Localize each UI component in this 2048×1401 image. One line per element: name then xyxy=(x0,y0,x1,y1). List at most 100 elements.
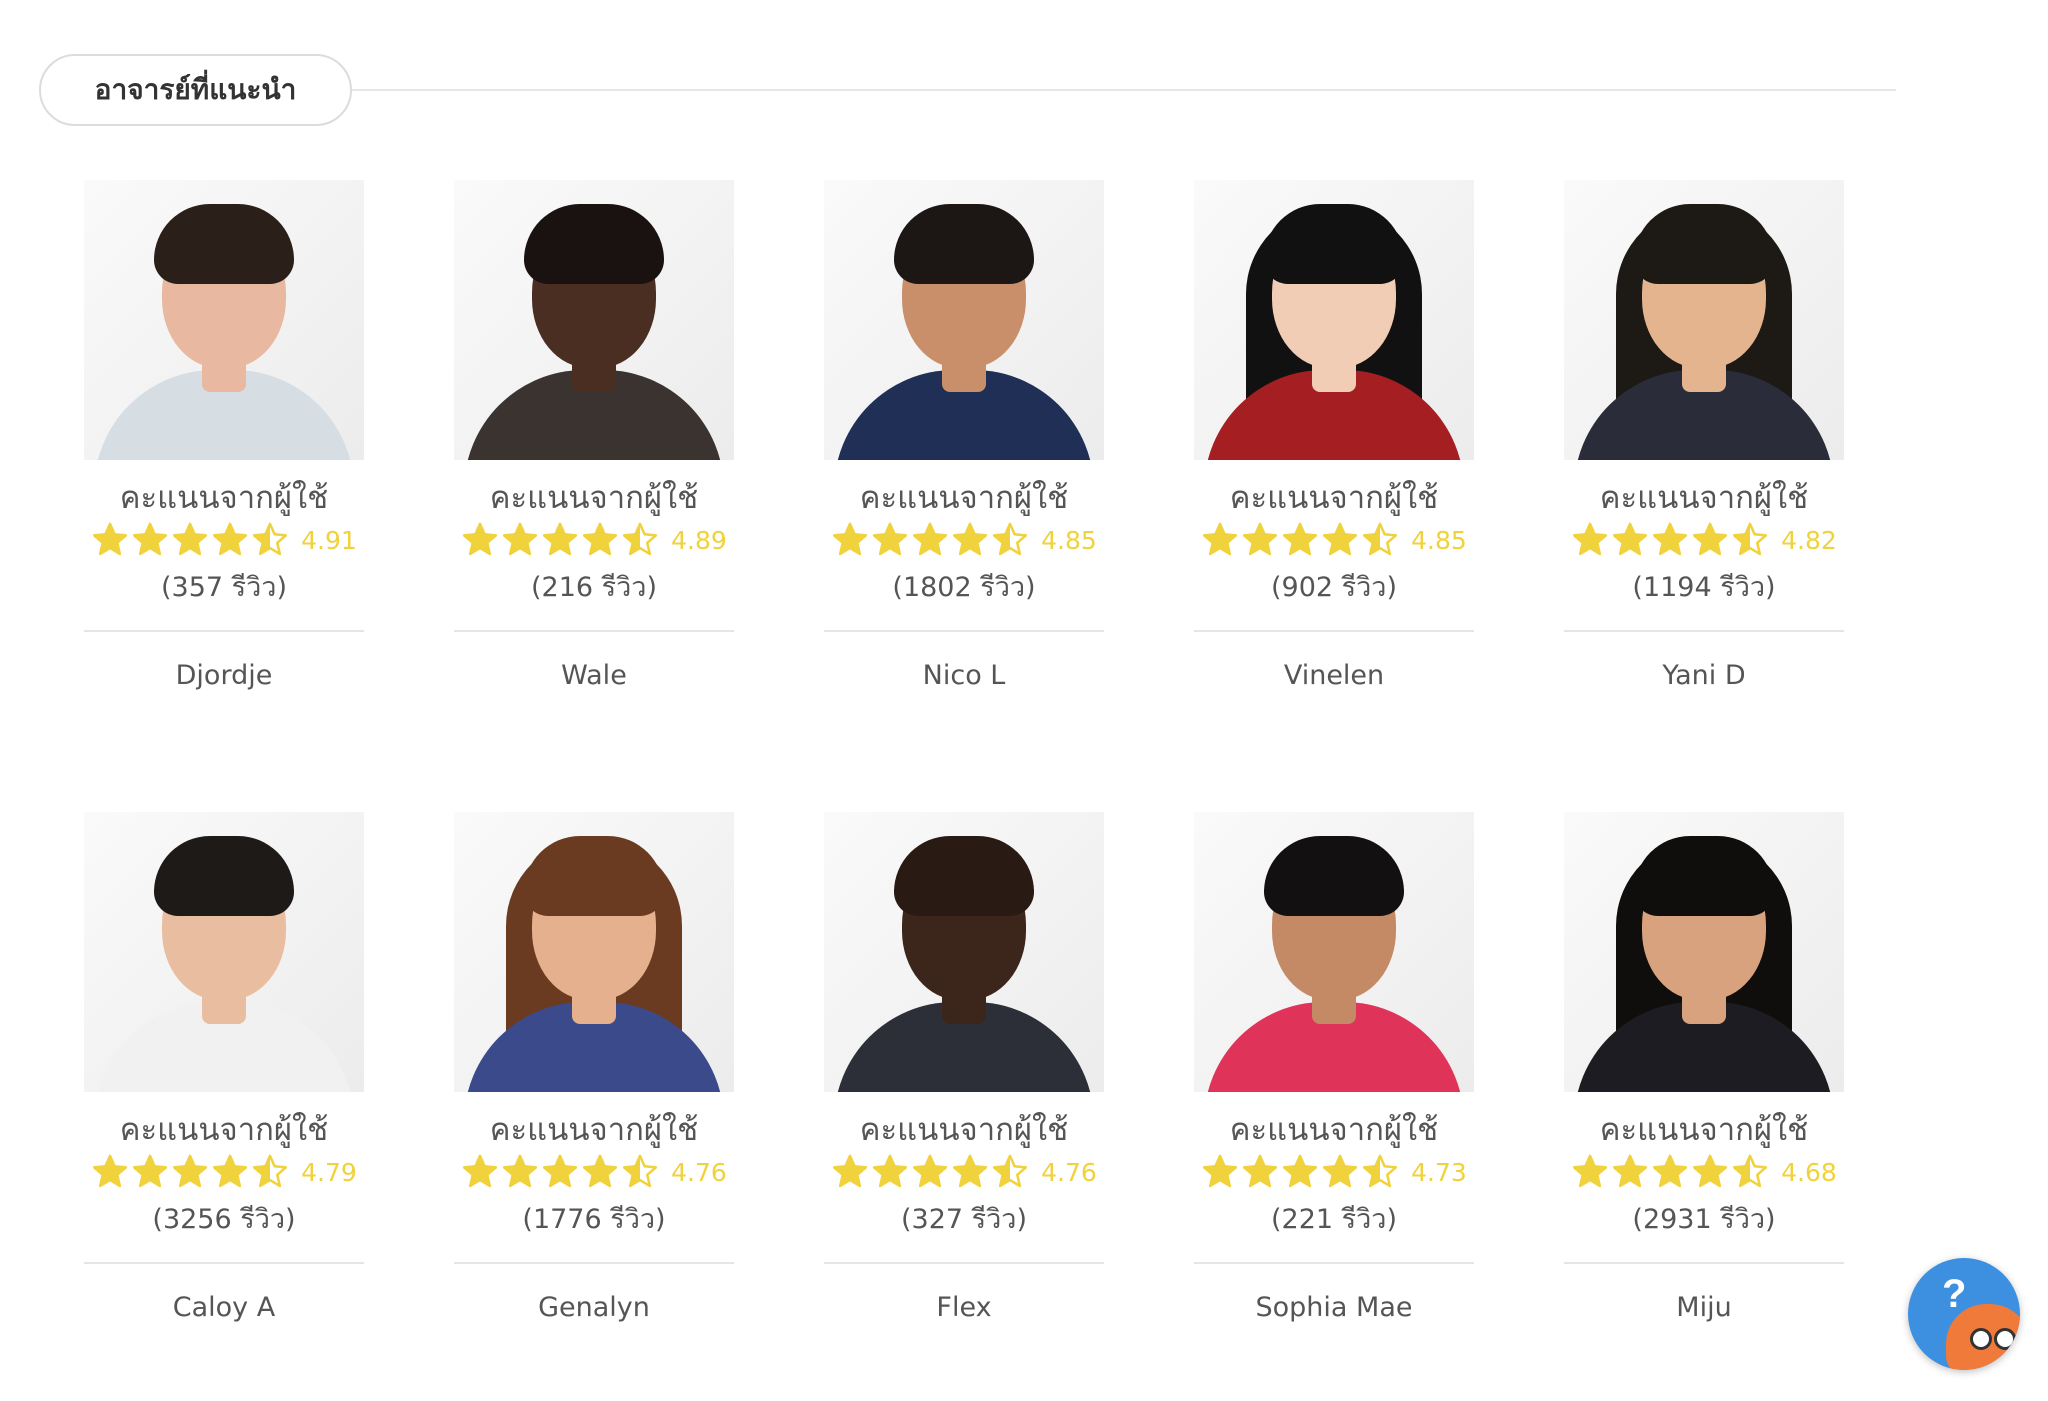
star-full-icon xyxy=(1243,1154,1278,1188)
tutor-card[interactable]: คะแนนจากผู้ใช้ 4.89 (216 รีวิว) Wale xyxy=(454,180,734,696)
tutor-card[interactable]: คะแนนจากผู้ใช้ 4.82 (1194 รีวิว) Yani D xyxy=(1564,180,1844,696)
rating-score: 4.73 xyxy=(1411,1157,1467,1187)
tutor-name[interactable]: Wale xyxy=(454,656,734,696)
rating-label: คะแนนจากผู้ใช้ xyxy=(859,480,1069,516)
help-button[interactable]: ? xyxy=(1908,1258,2020,1370)
star-full-icon xyxy=(1283,522,1318,556)
star-half-icon xyxy=(1363,1154,1398,1188)
star-full-icon xyxy=(913,522,948,556)
star-half-icon xyxy=(993,522,1028,556)
tutor-card[interactable]: คะแนนจากผู้ใช้ 4.73 (221 รีวิว) Sophia Mae xyxy=(1194,812,1474,1328)
tutor-card[interactable]: คะแนนจากผู้ใช้ 4.68 (2931 รีวิว) Miju xyxy=(1564,812,1844,1328)
card-divider xyxy=(1194,630,1474,632)
portrait-hair xyxy=(524,204,664,284)
tutor-card[interactable]: คะแนนจากผู้ใช้ 4.85 (1802 รีวิว) Nico L xyxy=(824,180,1104,696)
star-full-icon xyxy=(463,522,498,556)
star-full-icon xyxy=(833,1154,868,1188)
star-full-icon xyxy=(1573,522,1608,556)
portrait-hair xyxy=(894,836,1034,916)
tutor-name[interactable]: Yani D xyxy=(1564,656,1844,696)
star-full-icon xyxy=(833,522,868,556)
rating-score: 4.85 xyxy=(1041,525,1097,555)
star-full-icon xyxy=(1283,1154,1318,1188)
tutor-photo[interactable] xyxy=(824,812,1104,1092)
rating-score: 4.79 xyxy=(301,1157,357,1187)
star-full-icon xyxy=(503,522,538,556)
star-full-icon xyxy=(1613,1154,1648,1188)
tutor-name[interactable]: Sophia Mae xyxy=(1194,1288,1474,1328)
tutor-card[interactable]: คะแนนจากผู้ใช้ 4.91 (357 รีวิว) Djordje xyxy=(84,180,364,696)
tutor-photo[interactable] xyxy=(84,812,364,1092)
card-divider xyxy=(824,1262,1104,1264)
rating-score: 4.89 xyxy=(671,525,727,555)
rating-label: คะแนนจากผู้ใช้ xyxy=(1599,480,1809,516)
rating-label: คะแนนจากผู้ใช้ xyxy=(489,480,699,516)
star-full-icon xyxy=(1693,1154,1728,1188)
tutor-name[interactable]: Nico L xyxy=(824,656,1104,696)
tutor-card[interactable]: คะแนนจากผู้ใช้ 4.76 (1776 รีวิว) Genalyn xyxy=(454,812,734,1328)
star-full-icon xyxy=(1613,522,1648,556)
star-full-icon xyxy=(913,1154,948,1188)
tutor-name[interactable]: Djordje xyxy=(84,656,364,696)
star-half-icon xyxy=(1363,522,1398,556)
star-full-icon xyxy=(543,1154,578,1188)
card-divider xyxy=(84,1262,364,1264)
portrait-hair xyxy=(154,836,294,916)
portrait-hair xyxy=(1634,204,1774,284)
tutor-name[interactable]: Vinelen xyxy=(1194,656,1474,696)
star-full-icon xyxy=(1323,522,1358,556)
card-divider xyxy=(454,630,734,632)
tutor-photo[interactable] xyxy=(1564,180,1844,460)
rating-score: 4.82 xyxy=(1781,525,1837,555)
star-rating: 4.85 xyxy=(1194,520,1474,560)
tutor-photo[interactable] xyxy=(1194,812,1474,1092)
tutor-name[interactable]: Genalyn xyxy=(454,1288,734,1328)
tutor-photo[interactable] xyxy=(1194,180,1474,460)
star-full-icon xyxy=(1243,522,1278,556)
star-full-icon xyxy=(543,522,578,556)
star-rating: 4.76 xyxy=(454,1152,734,1192)
tutor-photo[interactable] xyxy=(454,180,734,460)
tutor-name[interactable]: Caloy A xyxy=(84,1288,364,1328)
rating-score: 4.85 xyxy=(1411,525,1467,555)
tutor-card[interactable]: คะแนนจากผู้ใช้ 4.76 (327 รีวิว) Flex xyxy=(824,812,1104,1328)
tutor-name[interactable]: Miju xyxy=(1564,1288,1844,1328)
review-count: (902 รีวิว) xyxy=(1270,572,1397,603)
star-full-icon xyxy=(583,522,618,556)
rating-score: 4.76 xyxy=(671,1157,727,1187)
rating-label: คะแนนจากผู้ใช้ xyxy=(1229,1112,1439,1148)
tutor-photo[interactable] xyxy=(84,180,364,460)
star-rating: 4.82 xyxy=(1564,520,1844,560)
star-full-icon xyxy=(953,1154,988,1188)
star-full-icon xyxy=(873,1154,908,1188)
tutor-card[interactable]: คะแนนจากผู้ใช้ 4.85 (902 รีวิว) Vinelen xyxy=(1194,180,1474,696)
rating-score: 4.76 xyxy=(1041,1157,1097,1187)
star-rating: 4.68 xyxy=(1564,1152,1844,1192)
tutor-photo[interactable] xyxy=(454,812,734,1092)
tutor-photo[interactable] xyxy=(1564,812,1844,1092)
tutor-photo[interactable] xyxy=(824,180,1104,460)
tutor-name[interactable]: Flex xyxy=(824,1288,1104,1328)
star-half-icon xyxy=(623,1154,658,1188)
rating-score: 4.68 xyxy=(1781,1157,1837,1187)
star-rating: 4.91 xyxy=(84,520,364,560)
review-count: (357 รีวิว) xyxy=(160,572,287,603)
star-full-icon xyxy=(93,1154,128,1188)
rating-label: คะแนนจากผู้ใช้ xyxy=(859,1112,1069,1148)
rating-label: คะแนนจากผู้ใช้ xyxy=(489,1112,699,1148)
star-half-icon xyxy=(253,1154,288,1188)
star-half-icon xyxy=(623,522,658,556)
mascot-eye-right xyxy=(1994,1328,2016,1350)
card-divider xyxy=(84,630,364,632)
star-full-icon xyxy=(1653,1154,1688,1188)
card-divider xyxy=(454,1262,734,1264)
review-count: (1802 รีวิว) xyxy=(892,572,1036,603)
portrait-hair xyxy=(894,204,1034,284)
tutor-card[interactable]: คะแนนจากผู้ใช้ 4.79 (3256 รีวิว) Caloy A xyxy=(84,812,364,1328)
review-count: (216 รีวิว) xyxy=(530,572,657,603)
review-count: (221 รีวิว) xyxy=(1270,1204,1397,1235)
star-full-icon xyxy=(873,522,908,556)
star-full-icon xyxy=(213,522,248,556)
review-count: (2931 รีวิว) xyxy=(1632,1204,1776,1235)
portrait-hair xyxy=(154,204,294,284)
